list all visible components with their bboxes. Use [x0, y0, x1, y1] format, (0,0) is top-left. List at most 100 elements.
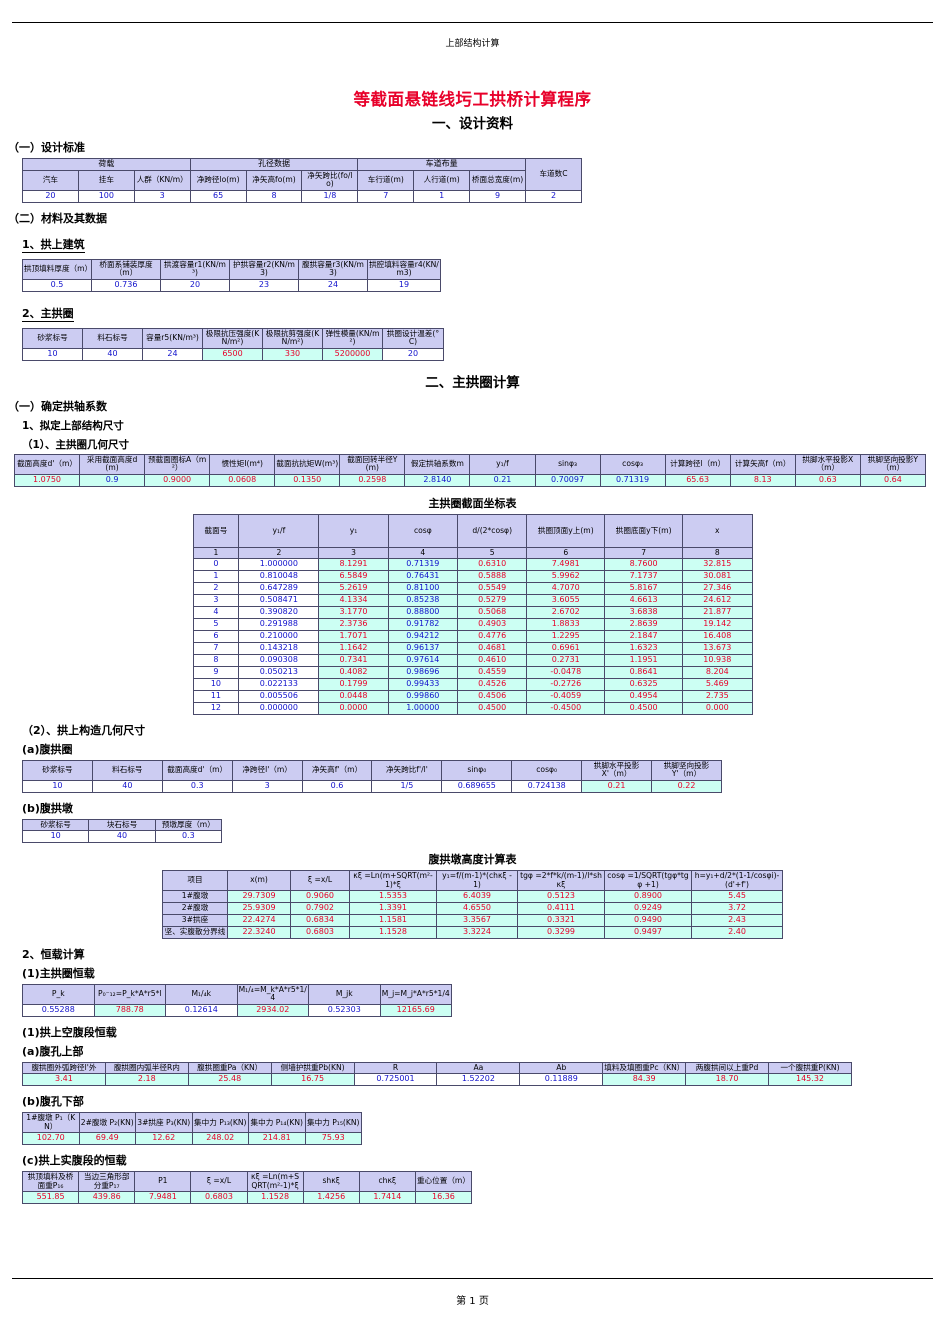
cell-value-2[interactable]: 0.3 [161, 779, 233, 793]
cell-value-3[interactable]: 1.1581 [349, 913, 437, 927]
cell-value-9[interactable]: 0.22 [651, 779, 722, 793]
cell-value-0[interactable]: 2 [192, 582, 240, 596]
cell-value-2[interactable]: 0.1799 [318, 677, 389, 691]
cell-value-4[interactable]: 1.1528 [246, 1191, 304, 1205]
cell-value-9[interactable]: 0.71319 [599, 473, 666, 487]
cell-value-3[interactable]: 1.5353 [349, 890, 437, 904]
cell-value-1[interactable]: 0.090308 [238, 653, 320, 667]
cell-value-7[interactable]: 0.724138 [511, 779, 583, 793]
cell-value-0[interactable]: 10 [22, 347, 83, 361]
cell-value-1[interactable]: 100 [77, 189, 135, 203]
cell-value-3[interactable]: 0.97614 [387, 653, 459, 667]
cell-value-7[interactable]: 2.40 [691, 925, 783, 939]
cell-value-0[interactable]: 3 [192, 594, 240, 608]
cell-value-0[interactable]: 20 [22, 189, 79, 203]
cell-value-7[interactable]: 2.735 [682, 689, 753, 703]
cell-value-1[interactable]: 40 [82, 347, 143, 361]
cell-value-7[interactable]: 27.346 [682, 582, 753, 596]
cell-value-5[interactable]: 7.4981 [526, 558, 606, 572]
cell-value-5[interactable]: 19 [367, 278, 441, 292]
cell-value-1[interactable]: 0.022133 [238, 677, 320, 691]
cell-value-7[interactable]: 0.21 [469, 473, 536, 487]
cell-value-0[interactable]: 102.70 [22, 1132, 80, 1146]
cell-value-1[interactable]: 0.390820 [238, 606, 320, 620]
cell-value-2[interactable]: 0.0448 [318, 689, 389, 703]
cell-value-6[interactable]: 0.11889 [519, 1073, 604, 1087]
cell-value-5[interactable]: 0.3299 [517, 925, 605, 939]
cell-value-2[interactable]: 1.1642 [318, 641, 389, 655]
cell-value-7[interactable]: 3.72 [691, 902, 783, 915]
cell-value-4[interactable]: 0.4681 [457, 641, 528, 655]
cell-value-0[interactable]: 5 [192, 618, 240, 631]
cell-value-0[interactable]: 7 [192, 641, 240, 655]
cell-value-2[interactable]: 0.3 [154, 830, 223, 844]
cell-value-4[interactable]: 330 [262, 347, 323, 361]
cell-value-2[interactable]: 1.7071 [318, 629, 389, 643]
cell-value-4[interactable]: 0.5549 [457, 582, 528, 596]
cell-value-1[interactable]: 0.810048 [238, 570, 320, 584]
cell-value-6[interactable]: 7 [357, 189, 415, 203]
cell-value-5[interactable]: 1.2295 [526, 629, 606, 643]
cell-value-7[interactable]: 1 [413, 189, 471, 203]
cell-value-4[interactable]: 0.4776 [457, 629, 528, 643]
cell-value-5[interactable]: 2.6702 [526, 606, 606, 620]
cell-value-1[interactable]: 0.000000 [238, 701, 320, 715]
cell-value-7[interactable]: 30.081 [682, 570, 753, 584]
cell-value-4[interactable]: 6.4039 [436, 890, 518, 904]
cell-value-4[interactable]: 0.4500 [457, 701, 528, 715]
cell-value-1[interactable]: 25.9309 [227, 902, 291, 915]
cell-value-10[interactable]: 65.63 [664, 473, 731, 487]
cell-value-4[interactable]: 0.4526 [457, 677, 528, 691]
cell-value-0[interactable]: 551.85 [21, 1191, 80, 1205]
cell-value-5[interactable]: 75.93 [304, 1132, 362, 1146]
cell-value-3[interactable]: 0.85238 [387, 594, 459, 608]
cell-value-2[interactable]: 20 [160, 278, 230, 292]
cell-value-3[interactable]: 16.75 [270, 1073, 355, 1087]
cell-value-4[interactable]: 24 [298, 278, 368, 292]
cell-value-4[interactable]: 0.6310 [457, 558, 528, 572]
cell-value-3[interactable]: 1.3391 [349, 902, 437, 915]
cell-value-4[interactable]: 0.6 [301, 779, 373, 793]
cell-value-3[interactable]: 0.91782 [387, 618, 459, 631]
cell-value-3[interactable]: 0.88800 [387, 606, 459, 620]
cell-value-1[interactable]: 0.143218 [238, 641, 320, 655]
cell-value-5[interactable]: 0.5123 [517, 890, 605, 904]
cell-value-6[interactable]: 1.6323 [604, 641, 684, 655]
cell-value-1[interactable]: 0.210000 [238, 629, 320, 643]
cell-value-9[interactable]: 2 [525, 189, 582, 203]
cell-value-2[interactable]: 0.12614 [165, 1003, 238, 1017]
cell-value-4[interactable]: 0.4903 [457, 618, 528, 631]
cell-value-6[interactable]: 8.7600 [604, 558, 684, 572]
cell-value-0[interactable]: 0 [192, 558, 240, 572]
cell-value-4[interactable]: 0.5888 [457, 570, 528, 584]
cell-value-5[interactable]: 3.6055 [526, 594, 606, 608]
cell-value-4[interactable]: 0.4610 [457, 653, 528, 667]
cell-value-7[interactable]: 24.612 [682, 594, 753, 608]
cell-value-6[interactable]: 0.9497 [604, 925, 692, 939]
cell-value-7[interactable]: 32.815 [682, 558, 753, 572]
cell-value-3[interactable]: 2934.02 [236, 1003, 309, 1017]
cell-value-2[interactable]: 8.1291 [318, 558, 389, 572]
cell-value-1[interactable]: 69.49 [78, 1132, 136, 1146]
cell-value-0[interactable]: 6 [192, 629, 240, 643]
cell-value-5[interactable]: 1.52202 [436, 1073, 521, 1087]
cell-value-6[interactable]: 2.8140 [404, 473, 471, 487]
cell-value-7[interactable]: 84.39 [602, 1073, 687, 1087]
cell-value-5[interactable]: 0.3321 [517, 913, 605, 927]
cell-value-6[interactable]: 2.8639 [604, 618, 684, 631]
cell-value-6[interactable]: 4.6613 [604, 594, 684, 608]
cell-value-6[interactable]: 0.4954 [604, 689, 684, 703]
cell-value-3[interactable]: 3 [231, 779, 303, 793]
cell-value-6[interactable]: 2.1847 [604, 629, 684, 643]
cell-value-2[interactable]: 0.7341 [318, 653, 389, 667]
cell-value-3[interactable]: 1.1528 [349, 925, 437, 939]
cell-value-2[interactable]: 0.6803 [290, 925, 350, 939]
cell-value-2[interactable]: 3.1770 [318, 606, 389, 620]
cell-value-4[interactable]: 0.725001 [353, 1073, 438, 1087]
cell-value-4[interactable]: 0.5068 [457, 606, 528, 620]
cell-value-6[interactable]: 20 [382, 347, 444, 361]
cell-value-7[interactable]: 10.938 [682, 653, 753, 667]
cell-value-4[interactable]: 4.6550 [436, 902, 518, 915]
cell-value-6[interactable]: 0.9249 [604, 902, 692, 915]
cell-value-2[interactable]: 12.62 [135, 1132, 193, 1146]
